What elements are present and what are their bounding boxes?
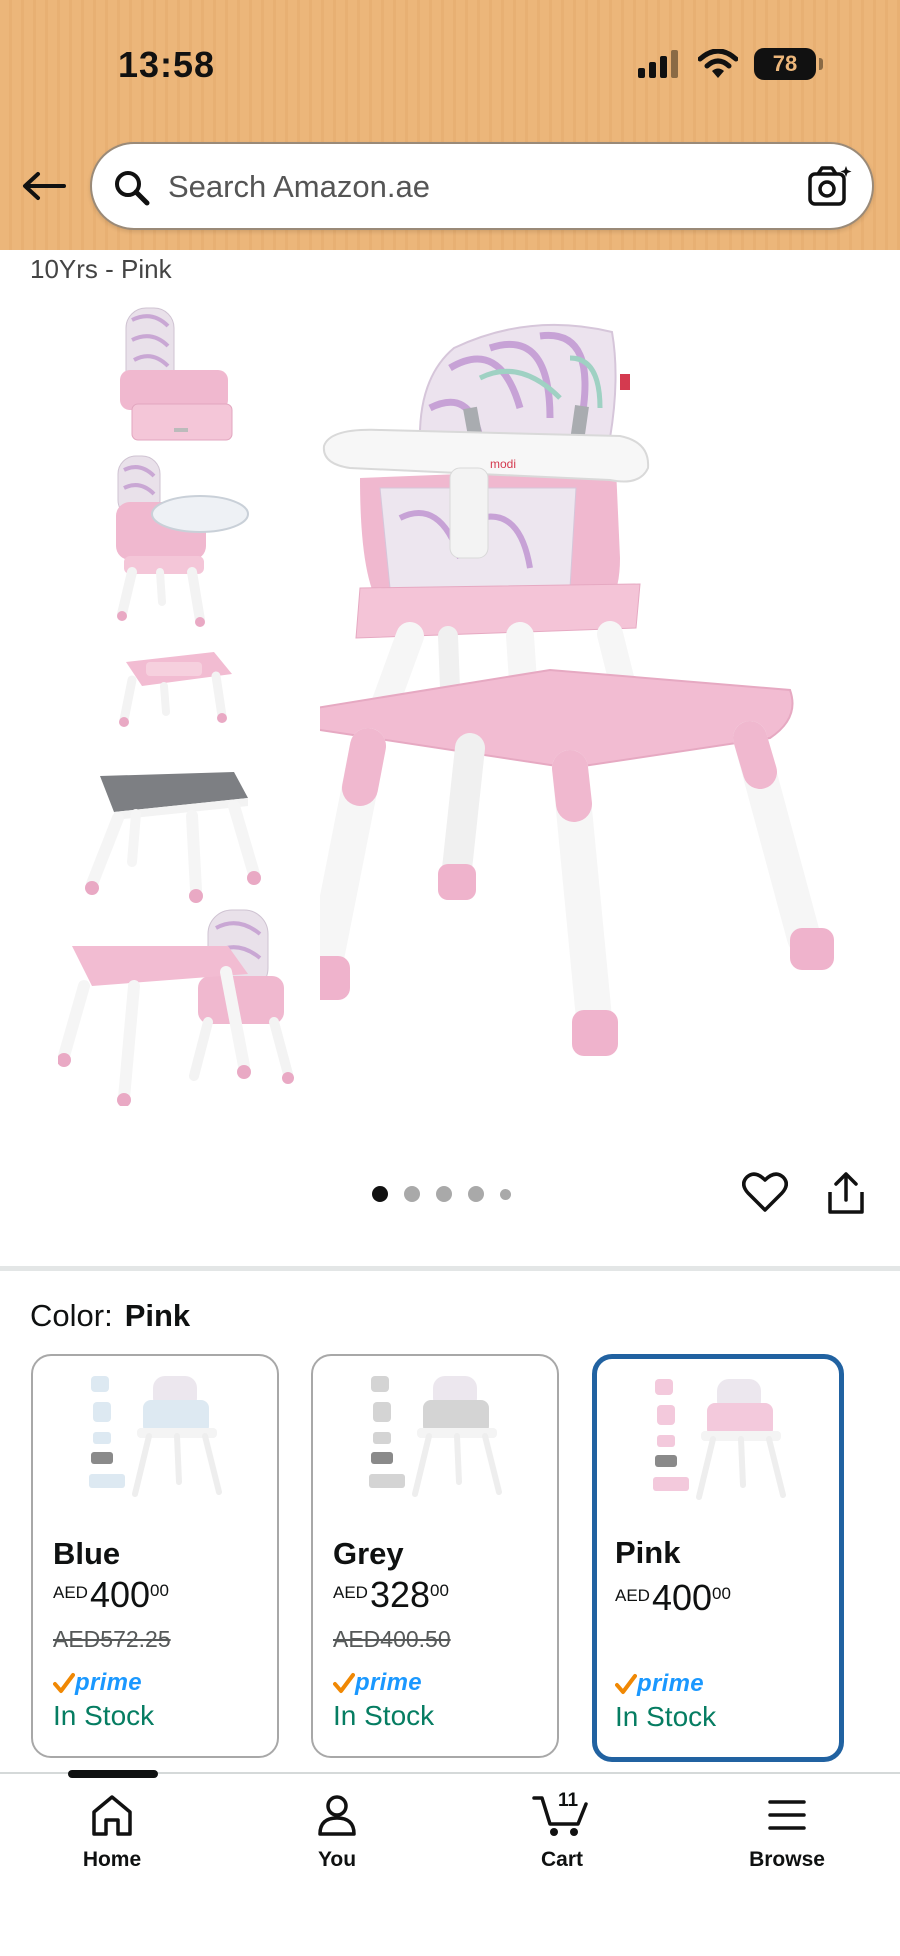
price-fraction: 00 [150,1581,169,1600]
back-arrow-icon [23,172,66,200]
prime-label: prime [75,1669,142,1696]
heart-icon[interactable] [742,1170,788,1214]
product-thumbnail-high-chair[interactable] [116,455,249,627]
nav-you[interactable]: You [267,1792,407,1872]
bottom-navigation: Home You 11 Cart Browse [0,1770,900,1956]
status-icons: 78 [638,48,823,80]
top-header: 13:58 78 [0,0,900,250]
stock-status: In Stock [53,1700,155,1731]
battery-level: 78 [772,51,798,76]
color-option-blue[interactable]: Blue AED 400 00 AED572.25 prime In Stock [31,1354,279,1758]
camera-search-icon[interactable] [804,162,854,212]
color-label: Color: Pink [30,1298,190,1334]
wifi-icon [698,49,738,78]
nav-cart-label: Cart [540,1848,583,1871]
prime-badge: prime [333,1668,422,1698]
prime-check-icon [333,1673,355,1693]
variant-caption: 10Yrs - Pink [30,254,172,284]
active-tab-indicator [68,1770,158,1778]
color-option-list-price: AED572.25 [53,1626,171,1652]
color-option-name: Blue [53,1536,121,1571]
pagination-dot[interactable] [404,1186,420,1202]
color-option-grey[interactable]: Grey AED 328 00 AED400.50 prime In Stock [311,1354,559,1758]
color-option-name: Pink [615,1535,681,1570]
back-button[interactable] [22,166,70,206]
product-thumbnail-booster-seat[interactable] [112,300,242,450]
price-currency: AED [615,1586,650,1605]
prime-label: prime [637,1670,704,1697]
price-whole: 400 [651,1577,713,1618]
menu-icon [768,1800,806,1830]
price-fraction: 00 [430,1581,449,1600]
nav-cart[interactable]: 11 Cart [492,1790,632,1872]
pagination-dot[interactable] [468,1186,484,1202]
pagination-dot[interactable] [500,1188,511,1200]
cart-count-badge: 11 [558,1790,579,1811]
main-product-image[interactable]: modi [320,318,850,1058]
prime-check-icon [53,1673,75,1693]
price-whole: 328 [369,1574,431,1615]
share-icon[interactable] [826,1170,866,1216]
cellular-signal-icon [638,50,678,78]
pagination-dot[interactable] [372,1186,388,1202]
prime-check-icon [615,1674,637,1694]
color-option-price: AED 400 00 [53,1574,169,1616]
status-time: 13:58 [118,44,216,85]
selected-color: Pink [124,1298,191,1333]
prime-label: prime [355,1669,422,1696]
color-option-price: AED 400 00 [615,1577,731,1619]
home-icon [92,1795,132,1836]
price-whole: 400 [89,1574,151,1615]
price-currency: AED [53,1583,88,1602]
nav-browse[interactable]: Browse [717,1792,857,1872]
stock-status: In Stock [615,1701,717,1732]
search-icon [115,171,150,206]
section-divider [0,1266,900,1271]
search-bar[interactable] [90,142,874,230]
nav-you-label: You [317,1848,357,1871]
person-icon [318,1795,356,1836]
nav-home[interactable]: Home [42,1792,182,1872]
price-currency: AED [333,1583,368,1602]
price-fraction: 00 [712,1584,731,1603]
color-option-price: AED 328 00 [333,1574,449,1616]
product-thumbnail-small-table[interactable] [118,640,236,732]
prime-badge: prime [53,1668,142,1698]
color-option-name: Grey [333,1536,404,1571]
nav-home-label: Home [82,1848,142,1871]
nav-browse-label: Browse [749,1848,825,1871]
stock-status: In Stock [333,1700,435,1731]
image-pagination[interactable] [372,1186,511,1202]
color-option-list-price: AED400.50 [333,1626,451,1652]
prime-badge: prime [615,1669,704,1699]
color-option-pink[interactable]: Pink AED 400 00 prime In Stock [592,1354,844,1762]
svg-text:modi: modi [490,457,516,471]
pagination-dot[interactable] [436,1186,452,1202]
color-option-image [89,1376,222,1497]
color-option-image [653,1379,786,1500]
battery-indicator: 78 [754,48,823,80]
color-option-image [369,1376,502,1497]
product-thumbnail-table-chair-set[interactable] [58,906,312,1106]
product-thumbnail-grey-table[interactable] [84,762,264,922]
color-label-text: Color: [30,1298,113,1333]
search-input[interactable] [168,162,768,212]
